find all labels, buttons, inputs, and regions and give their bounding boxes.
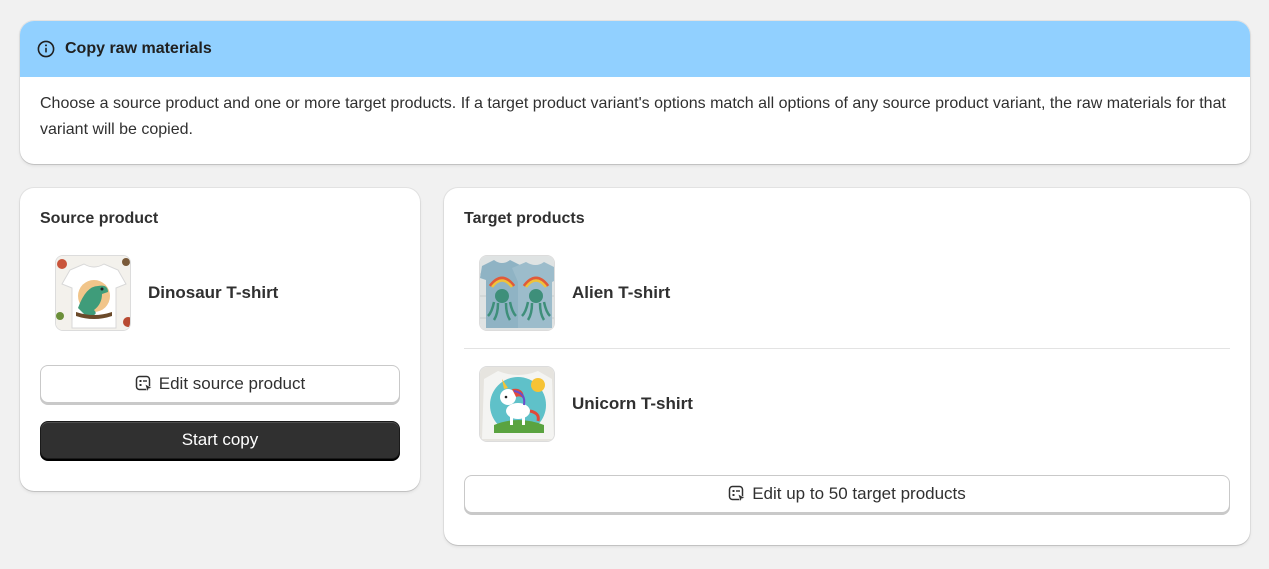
target-product-name: Alien T-shirt <box>572 283 671 302</box>
unicorn-tshirt-image <box>479 366 555 442</box>
start-copy-label: Start copy <box>181 430 259 449</box>
target-product-item: Alien T-shirt <box>464 238 1230 348</box>
banner-title: Copy raw materials <box>65 40 212 57</box>
target-product-name: Unicorn T-shirt <box>572 394 693 413</box>
banner-description: Choose a source product and one or more … <box>40 95 1226 138</box>
source-product-card: Source product Dinosaur T-shirt Edit sou… <box>20 188 420 491</box>
source-product-item: Dinosaur T-shirt <box>40 238 400 348</box>
target-products-title: Target products <box>464 210 585 227</box>
edit-target-products-button[interactable]: Edit up to 50 target products <box>464 475 1230 513</box>
source-product-name: Dinosaur T-shirt <box>148 283 279 302</box>
target-products-card: Target products Alien T-shirt Unicorn T-… <box>444 188 1250 545</box>
product-select-icon <box>135 375 153 393</box>
banner-header: Copy raw materials <box>20 21 1250 77</box>
dinosaur-tshirt-image <box>55 255 131 331</box>
source-product-title: Source product <box>40 210 159 227</box>
edit-target-products-label: Edit up to 50 target products <box>752 484 966 503</box>
target-product-item: Unicorn T-shirt <box>464 349 1230 459</box>
edit-source-product-label: Edit source product <box>158 374 306 393</box>
edit-source-product-button[interactable]: Edit source product <box>40 365 400 403</box>
info-banner: Copy raw materials Choose a source produ… <box>20 21 1250 164</box>
start-copy-button[interactable]: Start copy <box>40 421 400 459</box>
info-icon <box>36 39 56 59</box>
product-select-icon <box>728 485 747 503</box>
alien-tshirt-image <box>479 255 555 331</box>
